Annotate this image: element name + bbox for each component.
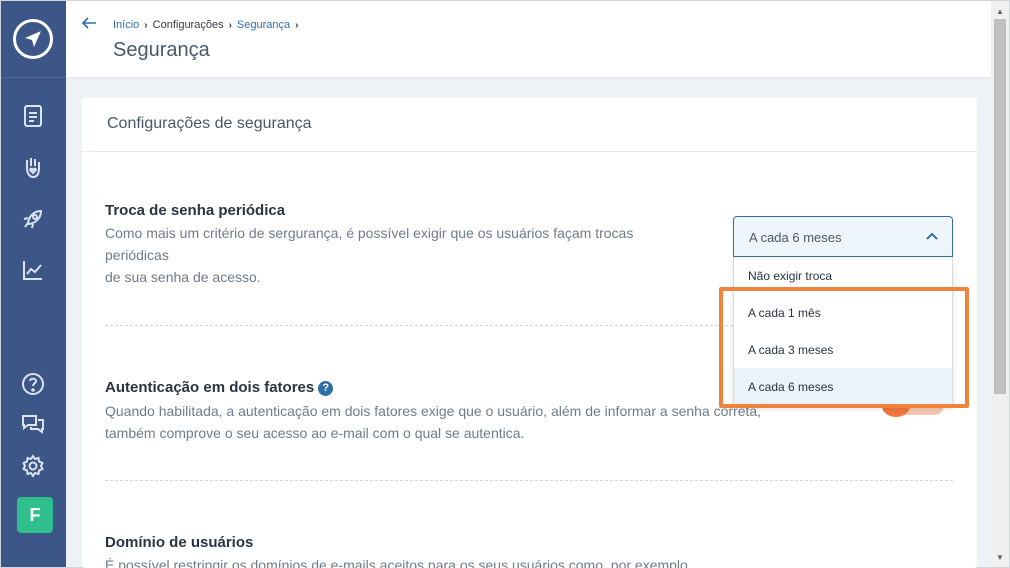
chat-icon[interactable] [19, 409, 47, 437]
scroll-up-icon[interactable]: ▲ [991, 3, 1009, 19]
gear-icon[interactable] [19, 452, 47, 480]
breadcrumb-settings[interactable]: Configurações [153, 19, 224, 31]
sidebar-separator [1, 77, 66, 78]
document-icon[interactable] [19, 102, 47, 130]
two-factor-title-text: Autenticação em dois fatores [105, 379, 315, 396]
breadcrumb-current[interactable]: Segurança [237, 19, 290, 31]
two-factor-line2: também comprove o seu acesso ao e-mail c… [105, 425, 525, 441]
option-no-rotation[interactable]: Não exigir troca [734, 257, 952, 294]
hand-heart-icon[interactable] [19, 153, 47, 181]
option-3-months[interactable]: A cada 3 meses [734, 331, 952, 368]
chart-icon[interactable] [19, 256, 47, 284]
avatar[interactable]: F [17, 497, 53, 533]
help-circle-icon[interactable] [19, 370, 47, 398]
chevron-up-icon [926, 232, 938, 240]
password-rotation-options: Não exigir troca A cada 1 mês A cada 3 m… [733, 257, 953, 406]
card-title: Configurações de segurança [107, 115, 312, 132]
chevron-right-icon: › [144, 19, 148, 31]
help-icon[interactable]: ? [318, 380, 334, 396]
back-arrow-icon[interactable] [80, 15, 98, 31]
breadcrumb-home[interactable]: Início [113, 19, 139, 31]
chevron-right-icon: › [295, 19, 299, 31]
two-factor-line1: Quando habilitada, a autenticação em doi… [105, 403, 762, 419]
password-rotation-title: Troca de senha periódica [105, 202, 286, 219]
sidebar: F [1, 1, 66, 567]
scroll-down-icon[interactable]: ▼ [991, 549, 1009, 565]
paper-plane-logo-icon[interactable] [13, 19, 53, 59]
two-factor-title: Autenticação em dois fatores? [105, 379, 334, 396]
section-divider [105, 480, 953, 481]
password-rotation-select[interactable]: A cada 6 meses [733, 216, 953, 257]
password-rotation-line3: de sua senha de acesso. [105, 269, 261, 285]
select-value: A cada 6 meses [749, 230, 842, 245]
chevron-right-icon: › [228, 19, 232, 31]
domain-title: Domínio de usuários [105, 534, 254, 551]
page-title: Segurança [113, 39, 210, 61]
breadcrumb: Início › Configurações › Segurança › [113, 19, 303, 31]
header: Início › Configurações › Segurança › Seg… [66, 1, 991, 77]
card-divider [82, 151, 977, 152]
password-rotation-line2: periódicas [105, 247, 169, 263]
scrollbar[interactable]: ▲ ▼ [991, 1, 1009, 567]
rocket-icon[interactable] [19, 205, 47, 233]
option-6-months[interactable]: A cada 6 meses [734, 368, 952, 405]
scroll-thumb[interactable] [994, 19, 1006, 394]
password-rotation-line1: Como mais um critério de sergurança, é p… [105, 225, 634, 241]
domain-line1: É possível restringir os domínios de e-m… [105, 557, 688, 568]
option-1-month[interactable]: A cada 1 mês [734, 294, 952, 331]
